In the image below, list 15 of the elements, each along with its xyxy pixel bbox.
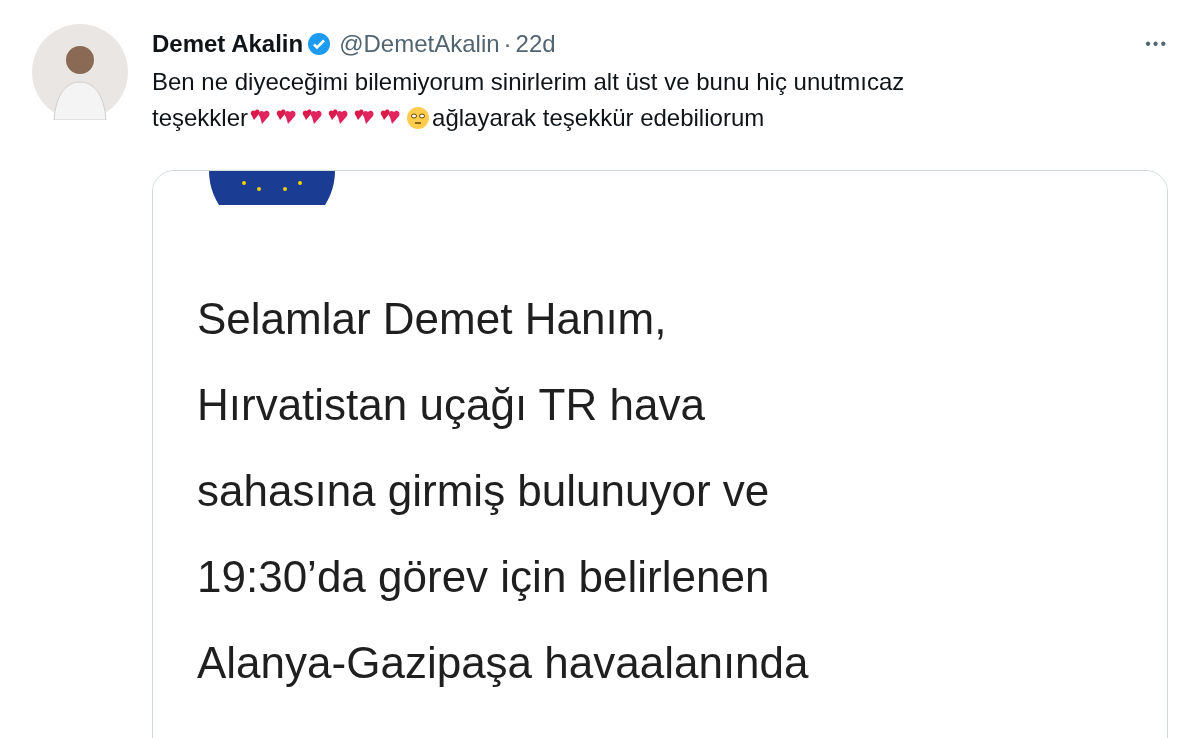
face-icon [406,106,431,130]
separator: · [503,29,512,59]
avatar[interactable] [32,24,128,120]
screenshot-text-line: Hırvatistan uçağı TR hava [197,379,706,431]
tweet-text: Ben ne diyeceğimi bilemiyorum sinirlerim alt üst ve bunu hiç unutmıcaz [152,67,906,97]
tweet-text: teşekkler [152,103,249,133]
tweet-text: ağlayarak teşekkür edebiliorum [432,103,765,133]
screenshot-text-line: Alanya-Gazipaşa havaalanında [197,637,810,689]
screenshot-text-line: 19:30’da görev için belirlenen [197,551,771,603]
tweet-time[interactable]: 22d [515,26,556,62]
screenshot-text-line: sahasına girmiş bulunuyor ve [197,465,771,517]
more-button[interactable]: ••• [1145,26,1168,62]
screenshot-text-line: Selamlar Demet Hanım, [197,293,668,345]
user-handle[interactable]: @DemetAkalin [339,26,500,62]
user-name[interactable]: Demet Akalin [152,26,304,62]
